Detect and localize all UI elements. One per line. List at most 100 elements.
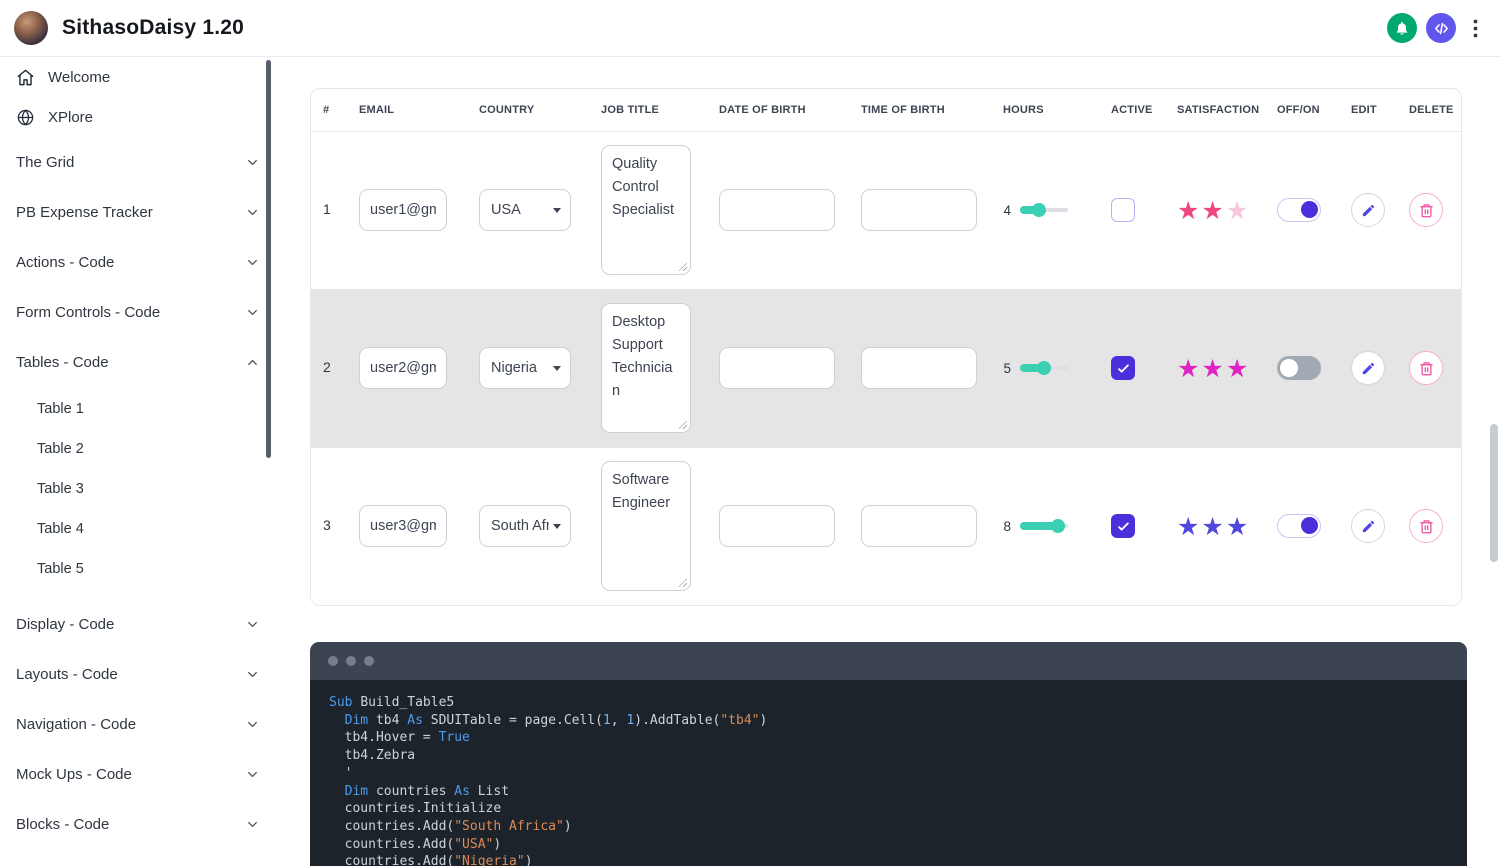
chevron-down-icon [245, 667, 260, 682]
star-icon[interactable]: ★ [1177, 514, 1199, 539]
onoff-toggle[interactable] [1277, 514, 1321, 539]
country-select[interactable]: South Africa [479, 505, 571, 548]
code-line: countries.Add("Nigeria") [329, 854, 533, 866]
overflow-menu-button[interactable] [1465, 16, 1486, 41]
satisfaction-rating: ★ ★ ★ [1177, 356, 1265, 381]
job-title-textarea[interactable]: Quality Control Specialist [601, 145, 691, 275]
email-input[interactable] [359, 347, 447, 389]
table-body: 1USAQuality Control Specialist4★★★2Niger… [311, 131, 1461, 605]
slider-thumb[interactable] [1032, 203, 1047, 217]
column-header-: # [311, 89, 347, 132]
code-line: tb4.Zebra [329, 748, 416, 764]
code-window-titlebar [310, 642, 1467, 680]
star-icon[interactable]: ★ [1226, 198, 1248, 223]
resize-handle-icon[interactable] [678, 578, 687, 588]
page-scrollbar-thumb[interactable] [1490, 424, 1498, 562]
header-actions [1387, 13, 1486, 43]
email-input[interactable] [359, 189, 447, 231]
time-of-birth-input[interactable] [861, 189, 977, 231]
date-of-birth-input[interactable] [719, 505, 835, 548]
sidebar-item-table-1[interactable]: Table 1 [0, 389, 280, 429]
sidebar-item-xplore[interactable]: XPlore [0, 97, 280, 137]
star-icon[interactable]: ★ [1226, 356, 1248, 381]
table-row: 3South AfricaSoftware Engineer8★★★ [311, 447, 1461, 605]
notifications-button[interactable] [1387, 13, 1417, 43]
sidebar-item-pb-expense-tracker[interactable]: PB Expense Tracker [0, 187, 280, 237]
country-select[interactable]: USA [479, 189, 571, 231]
table-row: 2NigeriaDesktop Support Technician5★★★ [311, 289, 1461, 447]
job-title-textarea[interactable]: Desktop Support Technician [601, 303, 691, 433]
date-of-birth-input[interactable] [719, 189, 835, 231]
column-header-active: ACTIVE [1099, 89, 1165, 132]
job-title-text: Desktop Support Technician [612, 314, 673, 399]
page-scrollbar[interactable] [1488, 0, 1500, 866]
delete-button[interactable] [1409, 509, 1443, 544]
country-select-value: South Africa [491, 518, 549, 535]
time-of-birth-input[interactable] [861, 505, 977, 548]
slider-thumb[interactable] [1051, 519, 1066, 534]
resize-handle-icon[interactable] [678, 420, 687, 429]
onoff-toggle[interactable] [1277, 198, 1321, 222]
onoff-toggle[interactable] [1277, 356, 1321, 380]
sidebar-item-display-code[interactable]: Display - Code [0, 599, 280, 649]
time-of-birth-input[interactable] [861, 347, 977, 389]
row-number: 2 [323, 359, 331, 375]
chevron-down-icon [245, 255, 260, 270]
code-button[interactable] [1426, 13, 1456, 43]
column-header-hours: HOURS [991, 89, 1099, 132]
sidebar-item-label: Display - Code [16, 615, 115, 633]
code-mockup-window: Sub Build_Table5 Dim tb4 As SDUITable = … [310, 642, 1467, 866]
hours-slider[interactable] [1020, 519, 1068, 534]
job-title-textarea[interactable]: Software Engineer [601, 461, 691, 592]
sidebar-item-mock-ups-code[interactable]: Mock Ups - Code [0, 749, 280, 799]
delete-button[interactable] [1409, 351, 1443, 385]
sidebar-sublist: Table 1 Table 2 Table 3 Table 4 Table 5 [0, 389, 280, 589]
sidebar-item-table-4[interactable]: Table 4 [0, 509, 280, 549]
edit-button[interactable] [1351, 193, 1385, 227]
resize-handle-icon[interactable] [678, 262, 687, 271]
column-header-satisfaction: SATISFACTION [1165, 89, 1265, 132]
sidebar-item-label: XPlore [48, 108, 94, 126]
hours-slider[interactable] [1020, 203, 1068, 217]
active-checkbox[interactable] [1111, 198, 1135, 222]
sidebar-item-welcome[interactable]: Welcome [0, 57, 280, 97]
avatar[interactable] [14, 11, 48, 45]
star-icon[interactable]: ★ [1226, 514, 1248, 539]
sidebar-item-table-2[interactable]: Table 2 [0, 429, 280, 469]
chevron-down-icon [245, 205, 260, 220]
delete-button[interactable] [1409, 193, 1443, 227]
edit-button[interactable] [1351, 509, 1385, 544]
active-checkbox[interactable] [1111, 514, 1135, 539]
sidebar-item-label: Navigation - Code [16, 715, 137, 733]
sidebar-scrollbar[interactable] [266, 60, 271, 458]
sidebar-item-navigation-code[interactable]: Navigation - Code [0, 699, 280, 749]
code-line: countries.Initialize [329, 801, 502, 817]
sidebar-item-form-controls-code[interactable]: Form Controls - Code [0, 287, 280, 337]
chevron-down-icon [553, 207, 561, 213]
hours-slider[interactable] [1020, 361, 1068, 375]
sidebar-item-tables-code[interactable]: Tables - Code [0, 337, 280, 387]
job-title-text: Software Engineer [612, 472, 671, 512]
sidebar-item-the-grid[interactable]: The Grid [0, 137, 280, 187]
edit-button[interactable] [1351, 351, 1385, 385]
sidebar-item-table-5[interactable]: Table 5 [0, 549, 280, 589]
star-icon[interactable]: ★ [1177, 356, 1199, 381]
data-table-card: # EMAIL COUNTRY JOB TITLE DATE OF BIRTH TIME … [310, 88, 1462, 606]
date-of-birth-input[interactable] [719, 347, 835, 389]
sidebar-item-actions-code[interactable]: Actions - Code [0, 237, 280, 287]
code-line: Dim countries As List [344, 783, 510, 799]
sidebar-item-layouts-code[interactable]: Layouts - Code [0, 649, 280, 699]
star-icon[interactable]: ★ [1177, 198, 1199, 223]
email-input[interactable] [359, 505, 447, 548]
sidebar-item-blocks-code[interactable]: Blocks - Code [0, 799, 280, 849]
country-select[interactable]: Nigeria [479, 347, 571, 389]
chevron-down-icon [245, 155, 260, 170]
star-icon[interactable]: ★ [1201, 198, 1223, 223]
star-icon[interactable]: ★ [1201, 514, 1223, 539]
active-checkbox[interactable] [1111, 356, 1135, 380]
sidebar-item-table-3[interactable]: Table 3 [0, 469, 280, 509]
column-header-time-of-birth: TIME OF BIRTH [849, 89, 991, 132]
toggle-knob [1301, 517, 1318, 535]
star-icon[interactable]: ★ [1201, 356, 1223, 381]
slider-thumb[interactable] [1037, 361, 1051, 375]
